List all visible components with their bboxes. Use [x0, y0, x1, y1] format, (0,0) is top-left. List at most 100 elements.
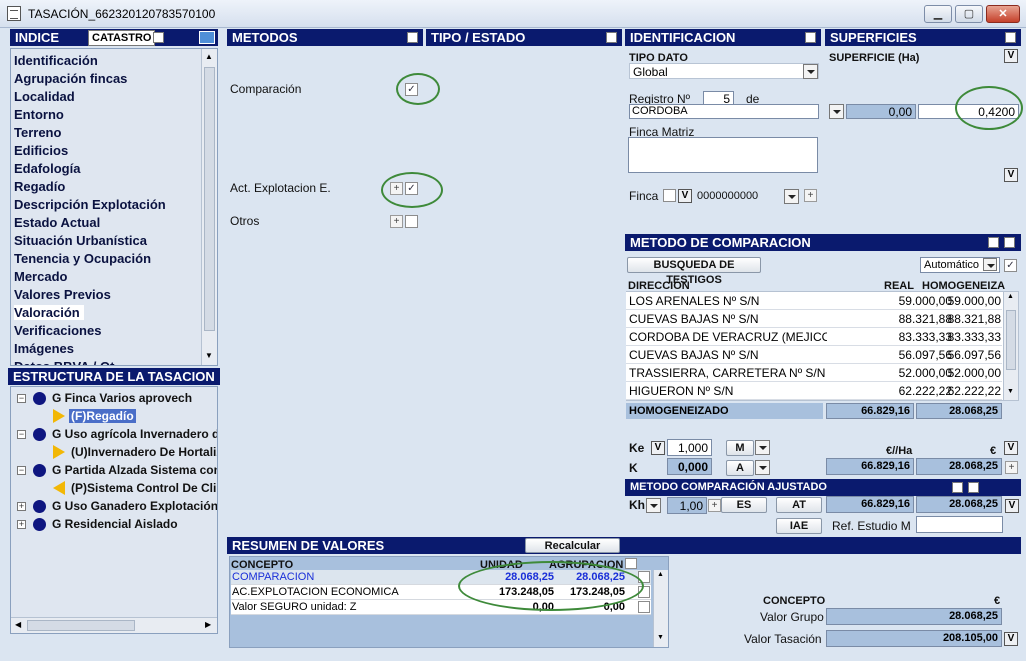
tree-node[interactable]: (P)Sistema Control De Clir: [71, 481, 217, 495]
table-row[interactable]: CUEVAS BAJAS Nº S/N 88.321,88 88.321,88: [626, 310, 1002, 328]
indice-item[interactable]: Agrupación fincas: [14, 71, 127, 86]
registro-city-field[interactable]: CORDOBA: [629, 104, 819, 119]
indice-item[interactable]: Localidad: [14, 89, 75, 104]
catastro-button[interactable]: CATASTRO: [88, 30, 156, 46]
table-row[interactable]: TRASSIERRA, CARRETERA Nº S/N 52.000,00 52.…: [626, 364, 1002, 382]
indice-item[interactable]: Edificios: [14, 143, 68, 158]
scroll-thumb[interactable]: [204, 67, 215, 331]
ajustado-v-button[interactable]: V: [1005, 499, 1019, 513]
chevron-down-icon[interactable]: [646, 498, 661, 513]
finca-checkbox[interactable]: [663, 189, 676, 202]
superficies-checkbox[interactable]: [1005, 32, 1016, 43]
indice-item[interactable]: Regadío: [14, 179, 65, 194]
testigos-scrollbar[interactable]: ▲ ▼: [1003, 292, 1018, 400]
finca-v-button[interactable]: V: [678, 189, 692, 203]
ke-v-button[interactable]: V: [651, 441, 665, 455]
maximize-button[interactable]: ▢: [955, 5, 983, 23]
otros-checkbox[interactable]: [405, 215, 418, 228]
indice-item-selected[interactable]: Valoración: [14, 305, 84, 320]
tree-hscrollbar[interactable]: ◀ ▶: [11, 617, 217, 633]
recalcular-button[interactable]: Recalcular: [525, 538, 620, 553]
scroll-down-icon[interactable]: ▼: [657, 634, 664, 641]
superficie-v-button-2[interactable]: V: [1004, 168, 1018, 182]
indice-item[interactable]: Entorno: [14, 107, 64, 122]
finca-number[interactable]: 0000000000: [697, 190, 758, 202]
add-finca-icon[interactable]: +: [804, 189, 817, 202]
indice-item[interactable]: Imágenes: [14, 341, 74, 356]
k-select-button[interactable]: A: [726, 460, 754, 476]
resumen-header-checkbox[interactable]: [625, 558, 637, 569]
expand-icon[interactable]: +: [17, 520, 26, 529]
collapse-icon[interactable]: −: [17, 394, 26, 403]
table-row[interactable]: LOS ARENALES Nº S/N 59.000,00 59.000,00: [626, 292, 1002, 310]
indice-item[interactable]: Estado Actual: [14, 215, 100, 230]
comparacion-checkbox-a[interactable]: [988, 237, 999, 248]
valor-tasacion-v-button[interactable]: V: [1004, 632, 1018, 646]
superficie-value1[interactable]: 0,00: [846, 104, 916, 119]
indice-item[interactable]: Descripción Explotación: [14, 197, 166, 212]
identificacion-checkbox[interactable]: [805, 32, 816, 43]
tipo-estado-checkbox[interactable]: [606, 32, 617, 43]
indice-item[interactable]: Edafología: [14, 161, 80, 176]
add-icon[interactable]: +: [1005, 461, 1018, 474]
indice-item[interactable]: Mercado: [14, 269, 67, 284]
mode-checkbox[interactable]: ✓: [1004, 259, 1017, 272]
tree-node[interactable]: G Finca Varios aprovech: [52, 391, 192, 405]
collapse-icon[interactable]: −: [17, 466, 26, 475]
ajustado-checkbox-b[interactable]: [968, 482, 979, 493]
indice-item[interactable]: Terreno: [14, 125, 61, 140]
expand-icon[interactable]: +: [17, 502, 26, 511]
chevron-down-icon[interactable]: [784, 189, 799, 204]
indice-item[interactable]: Valores Previos: [14, 287, 111, 302]
kh-value-field[interactable]: 1,00: [667, 497, 707, 514]
chevron-down-icon[interactable]: [755, 460, 770, 475]
iae-button[interactable]: IAE: [776, 518, 822, 534]
indice-item[interactable]: Situación Urbanística: [14, 233, 147, 248]
expand-icon[interactable]: +: [390, 215, 403, 228]
ke-select-button[interactable]: M: [726, 440, 754, 456]
ref-estudio-field[interactable]: [916, 516, 1003, 533]
chevron-down-icon[interactable]: [983, 258, 997, 271]
scroll-down-icon[interactable]: ▼: [205, 351, 213, 360]
ajustado-checkbox-a[interactable]: [952, 482, 963, 493]
tree-node[interactable]: G Partida Alzada Sistema con: [52, 463, 217, 477]
table-row[interactable]: CUEVAS BAJAS Nº S/N 56.097,56 56.097,56: [626, 346, 1002, 364]
table-row[interactable]: HIGUERON Nº S/N 62.222,22 62.222,22: [626, 382, 1002, 400]
k-value-field[interactable]: 0,000: [667, 458, 712, 475]
tree-node[interactable]: G Residencial Aislado: [52, 517, 178, 531]
comparacion-checkbox-b[interactable]: [1004, 237, 1015, 248]
indice-item[interactable]: Identificación: [14, 53, 98, 68]
indice-item[interactable]: Datos BBVA / Ot...: [14, 359, 125, 365]
scroll-up-icon[interactable]: ▲: [657, 571, 664, 578]
scroll-left-icon[interactable]: ◀: [15, 620, 21, 629]
at-button[interactable]: AT: [776, 497, 822, 513]
scroll-up-icon[interactable]: ▲: [1007, 293, 1014, 300]
add-icon[interactable]: +: [708, 499, 721, 512]
catastro-checkbox[interactable]: [153, 32, 164, 43]
table-row[interactable]: CORDOBA DE VERACRUZ (MEJICO 83.333,33 83.3…: [626, 328, 1002, 346]
row-checkbox[interactable]: [638, 601, 650, 613]
close-button[interactable]: ✕: [986, 5, 1020, 23]
tipo-dato-select[interactable]: Global: [629, 63, 819, 79]
k-v-button-right[interactable]: V: [1004, 441, 1018, 455]
scroll-thumb[interactable]: [27, 620, 135, 631]
chevron-down-icon[interactable]: [755, 440, 770, 455]
tree-node[interactable]: G Uso Ganadero Explotación p: [52, 499, 217, 513]
scroll-up-icon[interactable]: ▲: [205, 52, 213, 61]
scroll-right-icon[interactable]: ▶: [205, 620, 211, 629]
scroll-down-icon[interactable]: ▼: [1007, 388, 1014, 395]
chevron-down-icon[interactable]: [829, 104, 844, 119]
busqueda-testigos-button[interactable]: BUSQUEDA DE TESTIGOS: [627, 257, 761, 286]
resumen-scrollbar[interactable]: ▲ ▼: [653, 570, 668, 647]
indice-item[interactable]: Verificaciones: [14, 323, 101, 338]
finca-matriz-textarea[interactable]: [628, 137, 818, 173]
tree-node[interactable]: G Uso agrícola Invernadero de: [52, 427, 217, 441]
indice-item[interactable]: Tenencia y Ocupación: [14, 251, 151, 266]
keyboard-icon[interactable]: [199, 31, 215, 44]
indice-scrollbar[interactable]: ▲ ▼: [201, 49, 217, 365]
tree-node[interactable]: (U)Invernadero De Hortaliz: [71, 445, 217, 459]
es-button[interactable]: ES: [721, 497, 767, 513]
tree-node-selected[interactable]: (F)Regadío: [69, 409, 136, 423]
metodos-checkbox[interactable]: [407, 32, 418, 43]
scroll-thumb[interactable]: [1006, 310, 1016, 370]
